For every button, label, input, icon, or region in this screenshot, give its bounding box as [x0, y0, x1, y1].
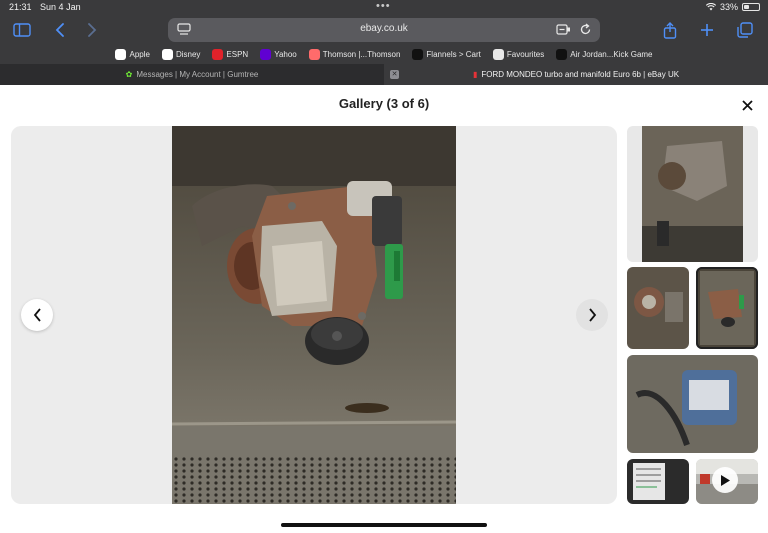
bookmark-item[interactable]: Favourites [492, 46, 545, 62]
tab-ebay[interactable]: ✕ ▮ FORD MONDEO turbo and manifold Euro … [384, 64, 768, 85]
thumbnail-1[interactable] [627, 126, 758, 262]
status-date: Sun 4 Jan [40, 2, 81, 12]
status-time: 21:31 [9, 2, 32, 12]
bookmark-label: Flannels > Cart [426, 49, 481, 59]
bookmark-label: Thomson |...Thomson [322, 49, 401, 59]
crown-icon [492, 48, 504, 60]
bookmark-item[interactable]: Flannels > Cart [412, 46, 481, 62]
thumbnail-4[interactable] [627, 355, 758, 453]
favourites-bar: Apple Disney ESPN Yahoo Thomson |...Thomson F… [0, 46, 768, 62]
home-indicator[interactable] [281, 523, 487, 527]
tab-bar: ✿ Messages | My Account | Gumtree ✕ ▮ FO… [0, 64, 768, 85]
bookmark-item[interactable]: Air Jordan...Kick Game [556, 46, 653, 62]
next-image-button[interactable] [576, 299, 608, 331]
tab-label: FORD MONDEO turbo and manifold Euro 6b |… [481, 70, 680, 79]
reader-extension-icon[interactable] [556, 23, 571, 36]
close-icon [741, 99, 753, 111]
kickgame-icon [556, 48, 568, 60]
thumbnail-6-video[interactable] [696, 459, 758, 504]
bookmark-label: Favourites [506, 49, 545, 59]
espn-icon [212, 48, 224, 60]
wifi-icon [705, 3, 716, 11]
status-clock: 21:31 Sun 4 Jan [9, 2, 81, 12]
tab-label: Messages | My Account | Gumtree [136, 70, 259, 79]
bookmark-item[interactable]: ESPN [212, 46, 248, 62]
disney-icon [161, 48, 173, 60]
close-gallery-button[interactable] [736, 94, 758, 116]
gallery-title: Gallery (3 of 6) [338, 96, 430, 111]
bookmark-item[interactable]: Thomson |...Thomson [308, 46, 401, 62]
battery-percent: 33% [719, 2, 738, 12]
apple-icon [115, 48, 127, 60]
status-indicators: 33% [705, 2, 760, 12]
bookmark-label: Apple [129, 49, 150, 59]
bookmark-item[interactable]: Yahoo [260, 46, 297, 62]
thumbnail-2-image [627, 267, 689, 349]
tab-gumtree[interactable]: ✿ Messages | My Account | Gumtree [0, 64, 384, 85]
chevron-right-icon [588, 308, 596, 322]
bookmark-label: Air Jordan...Kick Game [570, 49, 653, 59]
chevron-left-icon [33, 308, 41, 322]
reload-icon[interactable] [579, 23, 592, 36]
battery-level [744, 5, 749, 9]
thumbnail-3-selected[interactable] [696, 267, 758, 349]
main-image-viewer[interactable] [11, 126, 617, 504]
thumbnail-3-image [696, 267, 758, 349]
share-icon[interactable] [660, 21, 680, 39]
tab-overview-icon[interactable] [735, 21, 755, 39]
multitask-dots-icon[interactable]: ••• [376, 0, 391, 12]
thumbnail-4-image [627, 355, 758, 453]
previous-image-button[interactable] [21, 299, 53, 331]
bookmark-label: ESPN [226, 49, 249, 59]
gumtree-icon: ✿ [125, 70, 133, 79]
bookmark-item[interactable]: Apple [115, 46, 150, 62]
new-tab-icon[interactable] [697, 21, 717, 39]
thumbnail-strip [627, 126, 758, 504]
sidebar-toggle-icon[interactable] [12, 21, 32, 39]
play-icon [712, 467, 738, 493]
ebay-icon: ▮ [472, 70, 478, 79]
back-icon[interactable] [50, 21, 70, 39]
thumbnail-1-image [642, 126, 743, 262]
yahoo-icon [260, 48, 272, 60]
flannels-icon [412, 48, 424, 60]
thomson-icon [308, 48, 320, 60]
forward-icon[interactable] [82, 21, 102, 39]
url-text: ebay.co.uk [360, 23, 408, 34]
main-photo-turbocharger [172, 126, 456, 504]
bookmark-label: Disney [175, 49, 201, 59]
battery-icon [742, 3, 760, 11]
thumbnail-5[interactable] [627, 459, 689, 504]
browser-chrome: 21:31 Sun 4 Jan ••• 33% ebay.co.uk Apple… [0, 0, 768, 85]
bookmark-label: Yahoo [274, 49, 297, 59]
thumbnail-2[interactable] [627, 267, 689, 349]
address-bar[interactable]: ebay.co.uk [168, 18, 600, 42]
bookmark-item[interactable]: Disney [161, 46, 201, 62]
close-tab-icon[interactable]: ✕ [390, 70, 399, 79]
thumbnail-5-image [627, 459, 689, 504]
